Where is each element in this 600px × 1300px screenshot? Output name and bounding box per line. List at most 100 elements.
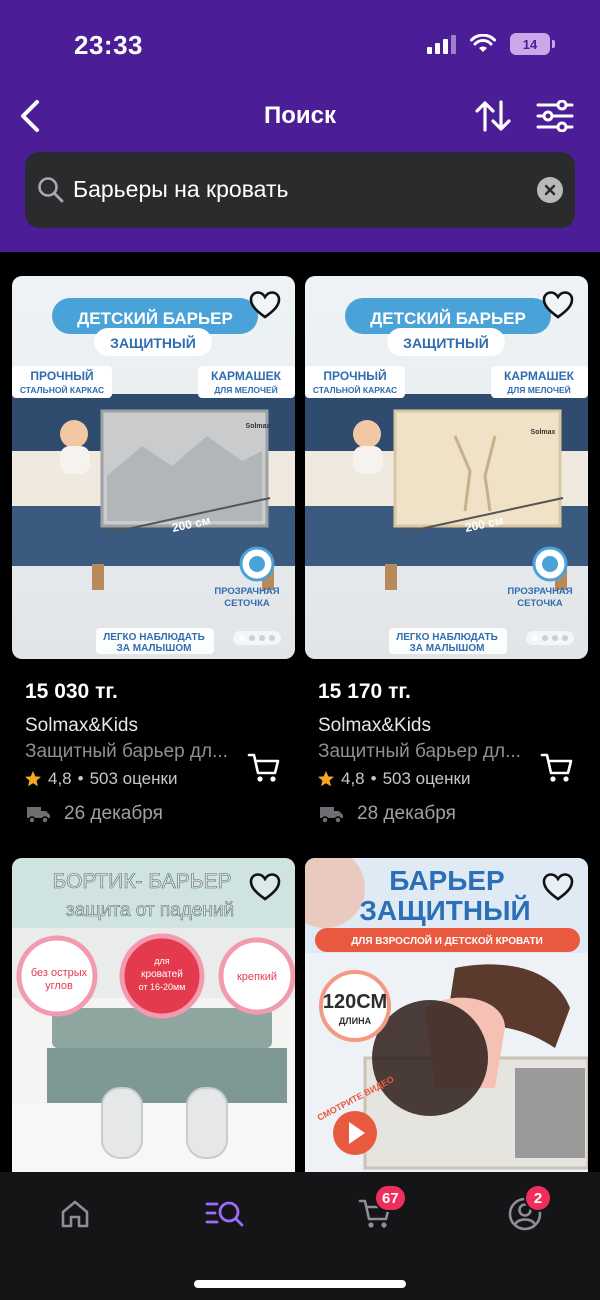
image-text-left2: СТАЛЬНОЙ КАРКАС — [313, 384, 397, 395]
delivery-info: 26 декабря — [26, 803, 295, 825]
image-text-title1: ДЕТСКИЙ БАРЬЕР — [370, 309, 526, 328]
image-text-bottom2: ЗА МАЛЫШОМ — [410, 643, 485, 654]
tab-search[interactable] — [195, 1192, 255, 1236]
image-text-left2: СТАЛЬНОЙ КАРКАС — [20, 384, 104, 395]
cart-icon — [540, 753, 573, 782]
product-photo: ДЕТСКИЙ БАРЬЕР ЗАЩИТНЫЙ ПРОЧНЫЙ СТАЛЬНОЙ… — [305, 276, 588, 659]
image-text-mesh2: СЕТОЧКА — [517, 598, 563, 609]
review-count: 503 оценки — [89, 769, 178, 788]
product-image[interactable]: БОРТИК- БАРЬЕР защита от падений без ост… — [12, 858, 295, 1172]
heart-icon — [249, 291, 281, 319]
image-pagination-dots — [526, 631, 574, 645]
wifi-icon — [470, 34, 496, 52]
battery-icon: 14 — [510, 33, 555, 55]
image-text-c1b: углов — [45, 980, 73, 992]
image-text-mesh1: ПРОЗРАЧНАЯ — [507, 586, 572, 597]
product-name[interactable]: Защитный барьер дл... — [25, 741, 245, 763]
image-text-c2c: от 16-20мм — [139, 982, 186, 992]
cart-badge: 67 — [374, 1184, 407, 1212]
favorite-button[interactable] — [249, 872, 281, 907]
product-image[interactable]: ДЕТСКИЙ БАРЬЕР ЗАЩИТНЫЙ ПРОЧНЫЙ СТАЛЬНОЙ… — [305, 276, 588, 659]
image-text-brand: Solmax — [246, 423, 271, 430]
image-text-len2: ДЛИНА — [339, 1016, 372, 1026]
tab-home[interactable] — [45, 1192, 105, 1236]
product-price: 15 030 тг. — [25, 680, 118, 703]
image-text-c2b: кроватей — [141, 969, 183, 980]
delivery-truck-icon — [320, 807, 343, 824]
delivery-info: 28 декабря — [319, 803, 588, 825]
image-text-c1a: без острых — [31, 967, 88, 979]
image-text-brand: Solmax — [531, 429, 556, 436]
rating-value: 4,8 — [341, 769, 365, 788]
favorite-button[interactable] — [249, 290, 281, 325]
cart-icon — [247, 753, 280, 782]
image-text-c3: крепкий — [237, 971, 277, 983]
status-icons: 14 — [427, 33, 555, 55]
image-text-left1: ПРОЧНЫЙ — [323, 368, 386, 383]
heart-icon — [249, 873, 281, 901]
search-icon — [38, 177, 64, 203]
image-text-title2: ЗАЩИТНЫЙ — [110, 334, 196, 351]
image-text-right2: ДЛЯ МЕЛОЧЕЙ — [214, 384, 278, 395]
delivery-date: 28 декабря — [357, 803, 456, 824]
image-text-mesh1: ПРОЗРАЧНАЯ — [214, 586, 279, 597]
image-text-right1: КАРМАШЕК — [211, 369, 282, 383]
image-text-title1: ДЕТСКИЙ БАРЬЕР — [77, 309, 233, 328]
profile-badge: 2 — [524, 1184, 552, 1212]
sort-button[interactable] — [470, 96, 516, 136]
image-text-bottom2: ЗА МАЛЫШОМ — [117, 643, 192, 654]
star-icon — [25, 771, 41, 787]
image-text-len: 120СМ — [323, 991, 387, 1013]
delivery-truck-icon — [27, 807, 50, 824]
image-text-title1: БОРТИК- БАРЬЕР — [52, 870, 231, 893]
header-bar: 23:33 14 Поиск — [0, 0, 600, 252]
search-bar — [25, 152, 575, 228]
image-text-left1: ПРОЧНЫЙ — [30, 368, 93, 383]
status-time: 23:33 — [74, 30, 143, 60]
rating-value: 4,8 — [48, 769, 72, 788]
image-text-title2: защита от падений — [66, 900, 234, 921]
product-card[interactable]: БОРТИК- БАРЬЕР защита от падений без ост… — [12, 858, 295, 1172]
review-count: 503 оценки — [382, 769, 471, 788]
image-text-bottom1: ЛЕГКО НАБЛЮДАТЬ — [396, 632, 498, 643]
image-text-right2: ДЛЯ МЕЛОЧЕЙ — [507, 384, 571, 395]
home-icon — [61, 1200, 89, 1228]
image-text-title1: БАРЬЕР — [389, 865, 504, 896]
favorite-button[interactable] — [542, 872, 574, 907]
filter-button[interactable] — [532, 96, 578, 136]
image-text-c2a: для — [154, 956, 170, 966]
heart-icon — [542, 291, 574, 319]
image-text-ribbon: ДЛЯ ВЗРОСЛОЙ И ДЕТСКОЙ КРОВАТИ — [351, 934, 543, 947]
product-image[interactable]: БАРЬЕР ЗАЩИТНЫЙ ДЛЯ ВЗРОСЛОЙ И ДЕТСКОЙ К… — [305, 858, 588, 1172]
product-photo: ДЕТСКИЙ БАРЬЕР ЗАЩИТНЫЙ ПРОЧНЫЙ СТАЛЬНОЙ… — [12, 276, 295, 659]
sort-arrows-icon — [475, 100, 511, 132]
rating-separator: • — [370, 769, 377, 788]
search-input[interactable] — [73, 176, 533, 203]
product-image[interactable]: ДЕТСКИЙ БАРЬЕР ЗАЩИТНЫЙ ПРОЧНЫЙ СТАЛЬНОЙ… — [12, 276, 295, 659]
delivery-date: 26 декабря — [64, 803, 163, 824]
image-text-mesh2: СЕТОЧКА — [224, 598, 270, 609]
heart-icon — [542, 873, 574, 901]
product-name[interactable]: Защитный барьер дл... — [318, 741, 538, 763]
add-to-cart-button[interactable] — [247, 752, 281, 789]
home-indicator — [194, 1280, 406, 1288]
close-icon — [544, 184, 556, 196]
image-text-title2: ЗАЩИТНЫЙ — [403, 334, 489, 351]
product-brand: Solmax&Kids — [318, 715, 431, 736]
clear-search-button[interactable] — [537, 177, 563, 203]
favorite-button[interactable] — [542, 290, 574, 325]
add-to-cart-button[interactable] — [540, 752, 574, 789]
rating-separator: • — [77, 769, 84, 788]
search-list-icon — [205, 1201, 244, 1227]
product-card[interactable]: ДЕТСКИЙ БАРЬЕР ЗАЩИТНЫЙ ПРОЧНЫЙ СТАЛЬНОЙ… — [12, 276, 295, 825]
product-card[interactable]: БАРЬЕР ЗАЩИТНЫЙ ДЛЯ ВЗРОСЛОЙ И ДЕТСКОЙ К… — [305, 858, 588, 1172]
image-pagination-dots — [233, 631, 281, 645]
product-price: 15 170 тг. — [318, 680, 411, 703]
image-text-title2: ЗАЩИТНЫЙ — [359, 894, 530, 926]
product-brand: Solmax&Kids — [25, 715, 138, 736]
image-text-bottom1: ЛЕГКО НАБЛЮДАТЬ — [103, 632, 205, 643]
filter-sliders-icon — [536, 100, 574, 132]
image-text-right1: КАРМАШЕК — [504, 369, 575, 383]
product-card[interactable]: ДЕТСКИЙ БАРЬЕР ЗАЩИТНЫЙ ПРОЧНЫЙ СТАЛЬНОЙ… — [305, 276, 588, 825]
star-icon — [318, 771, 334, 787]
